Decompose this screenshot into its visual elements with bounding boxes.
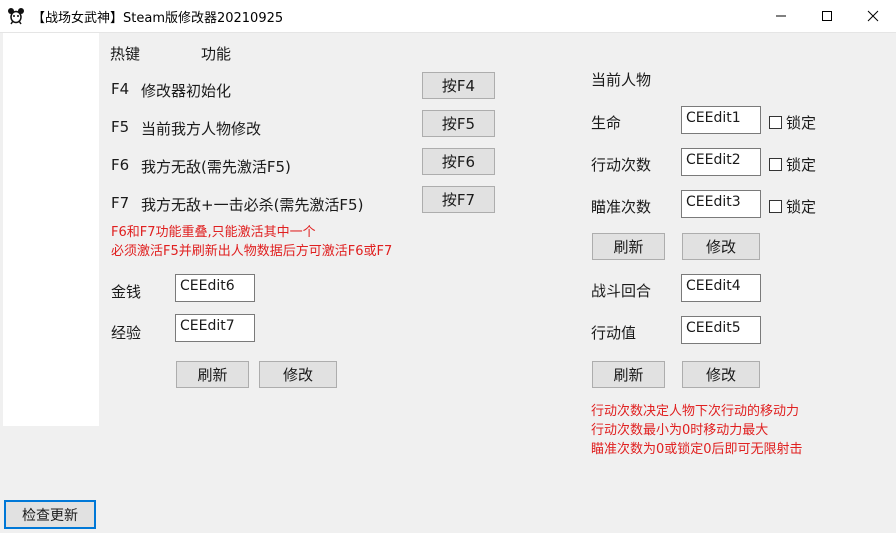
press-f4-button[interactable]: 按F4 xyxy=(422,72,495,99)
note-line-3: 瞄准次数为0或锁定0后即可无限射击 xyxy=(591,442,803,457)
checkbox-icon xyxy=(769,158,782,171)
hotkey-key-f7: F7 xyxy=(111,194,130,212)
current-character-title: 当前人物 xyxy=(591,71,652,89)
maximize-icon xyxy=(822,11,832,21)
action-value-input[interactable]: CEEdit5 xyxy=(681,316,761,344)
right-modify-button-1[interactable]: 修改 xyxy=(682,233,760,260)
battle-round-input[interactable]: CEEdit4 xyxy=(681,274,761,302)
action-count-lock-checkbox[interactable]: 锁定 xyxy=(769,154,816,175)
minimize-button[interactable] xyxy=(758,0,804,32)
main-panel: 热键 功能 F4 修改器初始化 按F4 F5 当前我方人物修改 按F5 F6 我… xyxy=(101,33,896,533)
money-input[interactable]: CEEdit6 xyxy=(175,274,255,302)
checkbox-icon xyxy=(769,116,782,129)
hotkey-desc-f7: 我方无敌+一击必杀(需先激活F5) xyxy=(141,196,364,214)
note-line-2: 行动次数最小为0时移动力最大 xyxy=(591,423,769,438)
checkbox-icon xyxy=(769,200,782,213)
maximize-button[interactable] xyxy=(804,0,850,32)
money-label: 金钱 xyxy=(111,283,142,301)
close-button[interactable] xyxy=(850,0,896,32)
hotkey-key-f4: F4 xyxy=(111,80,130,98)
window-title: 【战场女武神】Steam版修改器20210925 xyxy=(32,11,284,26)
hotkey-header: 热键 xyxy=(110,45,141,63)
hotkey-desc-f5: 当前我方人物修改 xyxy=(141,120,262,138)
hp-label: 生命 xyxy=(591,114,622,132)
left-refresh-button[interactable]: 刷新 xyxy=(176,361,249,388)
press-f6-button[interactable]: 按F6 xyxy=(422,148,495,175)
battle-round-label: 战斗回合 xyxy=(591,282,652,300)
note-line-1: 行动次数决定人物下次行动的移动力 xyxy=(591,404,800,419)
sidebar-panel xyxy=(3,33,99,426)
aim-count-input[interactable]: CEEdit3 xyxy=(681,190,761,218)
left-modify-button[interactable]: 修改 xyxy=(259,361,337,388)
action-value-label: 行动值 xyxy=(591,324,637,342)
hp-input[interactable]: CEEdit1 xyxy=(681,106,761,134)
warning-line-2: 必须激活F5并刷新出人物数据后方可激活F6或F7 xyxy=(111,244,393,259)
minimize-icon xyxy=(776,15,786,17)
app-logo-icon xyxy=(8,8,24,25)
hotkey-desc-f6: 我方无敌(需先激活F5) xyxy=(141,158,291,176)
right-modify-button-2[interactable]: 修改 xyxy=(682,361,760,388)
title-bar: 【战场女武神】Steam版修改器20210925 xyxy=(0,0,896,33)
action-count-lock-label: 锁定 xyxy=(786,156,817,174)
hotkey-key-f5: F5 xyxy=(111,118,130,136)
right-refresh-button-2[interactable]: 刷新 xyxy=(592,361,665,388)
hotkey-key-f6: F6 xyxy=(111,156,130,174)
right-refresh-button-1[interactable]: 刷新 xyxy=(592,233,665,260)
function-header: 功能 xyxy=(201,45,232,63)
exp-input[interactable]: CEEdit7 xyxy=(175,314,255,342)
hp-lock-label: 锁定 xyxy=(786,114,817,132)
press-f5-button[interactable]: 按F5 xyxy=(422,110,495,137)
sidebar xyxy=(0,33,101,533)
hotkey-desc-f4: 修改器初始化 xyxy=(141,82,232,100)
check-update-button[interactable]: 检查更新 xyxy=(4,500,96,529)
close-icon xyxy=(867,10,879,22)
aim-count-lock-checkbox[interactable]: 锁定 xyxy=(769,196,816,217)
exp-label: 经验 xyxy=(111,324,142,342)
action-count-label: 行动次数 xyxy=(591,156,652,174)
hp-lock-checkbox[interactable]: 锁定 xyxy=(769,112,816,133)
press-f7-button[interactable]: 按F7 xyxy=(422,186,495,213)
aim-count-lock-label: 锁定 xyxy=(786,198,817,216)
warning-line-1: F6和F7功能重叠,只能激活其中一个 xyxy=(111,225,316,240)
aim-count-label: 瞄准次数 xyxy=(591,198,652,216)
action-count-input[interactable]: CEEdit2 xyxy=(681,148,761,176)
